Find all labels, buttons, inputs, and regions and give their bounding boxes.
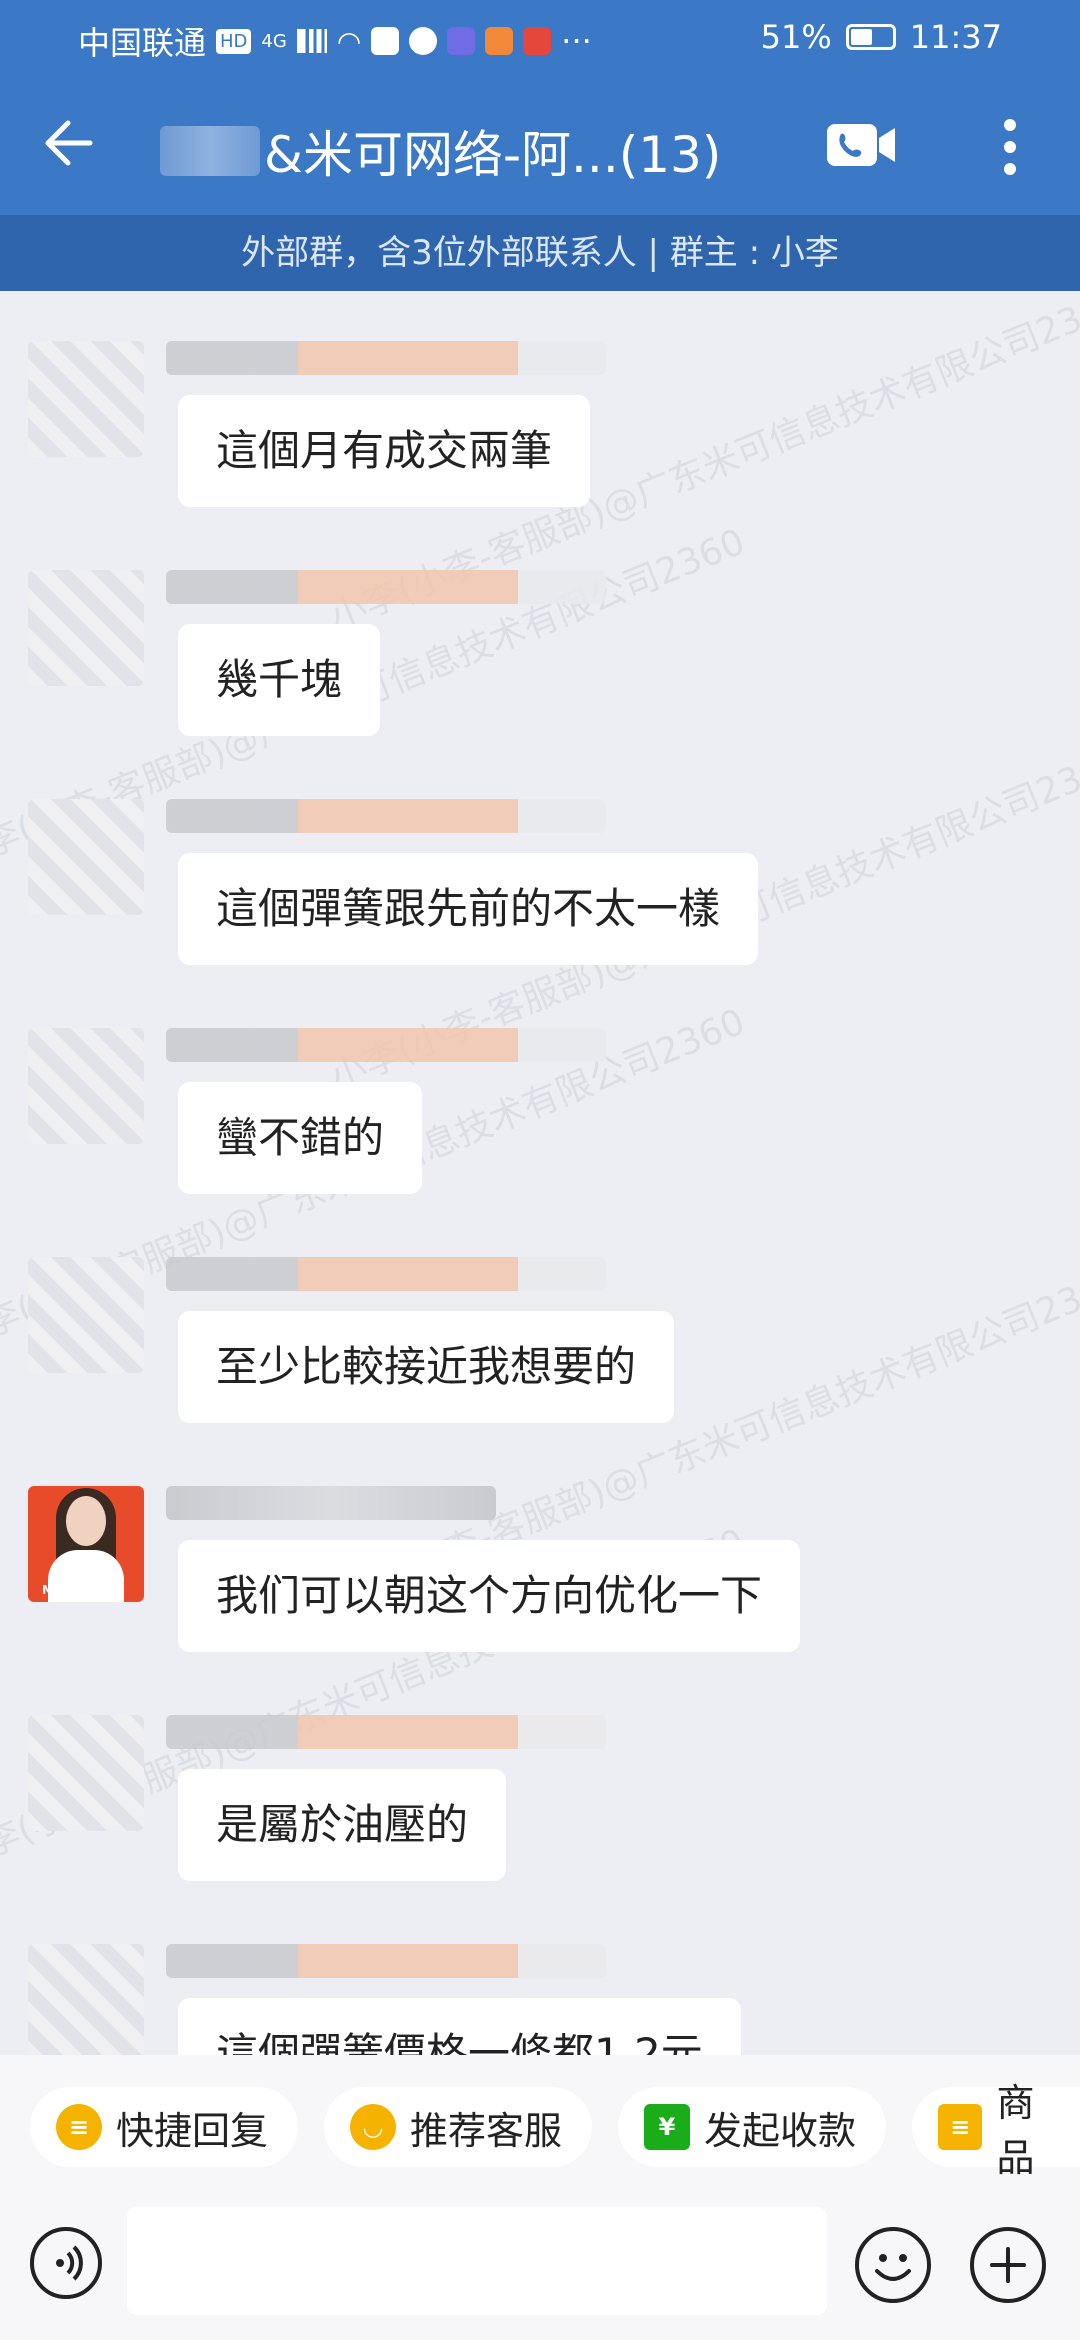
recommend-service-button[interactable]: ◡ 推荐客服 (324, 2087, 593, 2167)
video-app-icon (485, 27, 514, 55)
group-info-banner[interactable]: 外部群，含3位外部联系人 | 群主 : 小李 (0, 215, 1080, 291)
payment-icon: ¥ (644, 2104, 690, 2150)
quick-action-bar: ≡ 快捷回复 ◡ 推荐客服 ¥ 发起收款 ≡ 商品 (0, 2055, 1080, 2195)
message-bubble[interactable]: 這個月有成交兩筆 (178, 395, 591, 507)
message-bubble[interactable]: 我们可以朝这个方向优化一下 (178, 1540, 801, 1652)
carrier-label: 中国联通 (78, 24, 207, 62)
voice-input-icon[interactable] (30, 2227, 102, 2299)
avatar[interactable] (28, 341, 144, 457)
input-bar (0, 2195, 1080, 2340)
sender-name (166, 799, 606, 833)
avatar[interactable] (28, 1715, 144, 1831)
back-arrow-icon[interactable] (36, 113, 96, 173)
wechat-icon (409, 27, 438, 55)
more-options-icon[interactable] (990, 115, 1030, 179)
recommend-service-label: 推荐客服 (410, 2108, 563, 2153)
payment-button[interactable]: ¥ 发起收款 (618, 2087, 887, 2167)
message-bubble[interactable]: 至少比較接近我想要的 (178, 1311, 675, 1423)
network-label: 4G (261, 30, 287, 52)
sender-name (166, 1715, 606, 1749)
wifi-icon: ◠ (336, 24, 362, 58)
emoji-icon[interactable] (855, 2227, 931, 2303)
chat-title[interactable]: &米可网络-阿...(13) (160, 115, 721, 187)
sender-name (166, 1944, 606, 1978)
message-bubble[interactable]: 是屬於油壓的 (178, 1769, 507, 1881)
chat-title-text: &米可网络-阿...(13) (264, 126, 722, 184)
chat-header: &米可网络-阿...(13) (0, 75, 1080, 215)
chat-messages[interactable]: 小李(小李-客服部)@广东米可信息技术有限公司2360 小李(小李-客服部)@广… (0, 291, 1080, 2055)
avatar[interactable] (28, 1028, 144, 1144)
hd-icon: HD (216, 28, 252, 54)
product-icon: ≡ (938, 2104, 983, 2150)
app-1688-icon (371, 27, 400, 55)
status-bar: 中国联通 HD 4G ◠ ··· 51% 11:37 (0, 0, 1080, 75)
sender-name (166, 341, 606, 375)
avatar[interactable] (28, 1257, 144, 1373)
sender-name (166, 1028, 606, 1062)
battery-percent: 51% (760, 18, 832, 56)
avatar-photo[interactable]: MIKE米可 (28, 1486, 144, 1602)
recommend-service-icon: ◡ (350, 2104, 396, 2150)
message-bubble[interactable]: 這個彈簧價格一條都1.2元 (178, 1998, 741, 2055)
message-bubble[interactable]: 這個彈簧跟先前的不太一樣 (178, 853, 759, 965)
quick-reply-label: 快捷回复 (116, 2108, 269, 2153)
sender-name (166, 1486, 496, 1520)
more-notifications: ··· (561, 22, 592, 60)
quick-reply-button[interactable]: ≡ 快捷回复 (30, 2087, 299, 2167)
avatar[interactable] (28, 1944, 144, 2055)
avatar[interactable] (28, 570, 144, 686)
add-attachment-icon[interactable] (970, 2227, 1046, 2303)
product-label: 商品 (996, 2081, 1035, 2180)
avatar[interactable] (28, 799, 144, 915)
music-icon (447, 27, 476, 55)
product-button[interactable]: ≡ 商品 (912, 2081, 1080, 2180)
video-call-icon[interactable] (825, 120, 897, 170)
quick-reply-icon: ≡ (56, 2104, 102, 2150)
message-bubble[interactable]: 幾千塊 (178, 624, 381, 736)
message-input[interactable] (127, 2207, 827, 2315)
message-bubble[interactable]: 蠻不錯的 (178, 1082, 423, 1194)
battery-icon (845, 24, 896, 50)
sender-name (166, 570, 606, 604)
avatar-brand: MIKE米可 (42, 1583, 100, 1597)
blurred-name (160, 126, 260, 176)
payment-label: 发起收款 (704, 2108, 857, 2153)
signal-icon (296, 29, 327, 53)
sender-name (166, 1257, 606, 1291)
clock: 11:37 (909, 18, 1002, 56)
book-app-icon (523, 27, 552, 55)
